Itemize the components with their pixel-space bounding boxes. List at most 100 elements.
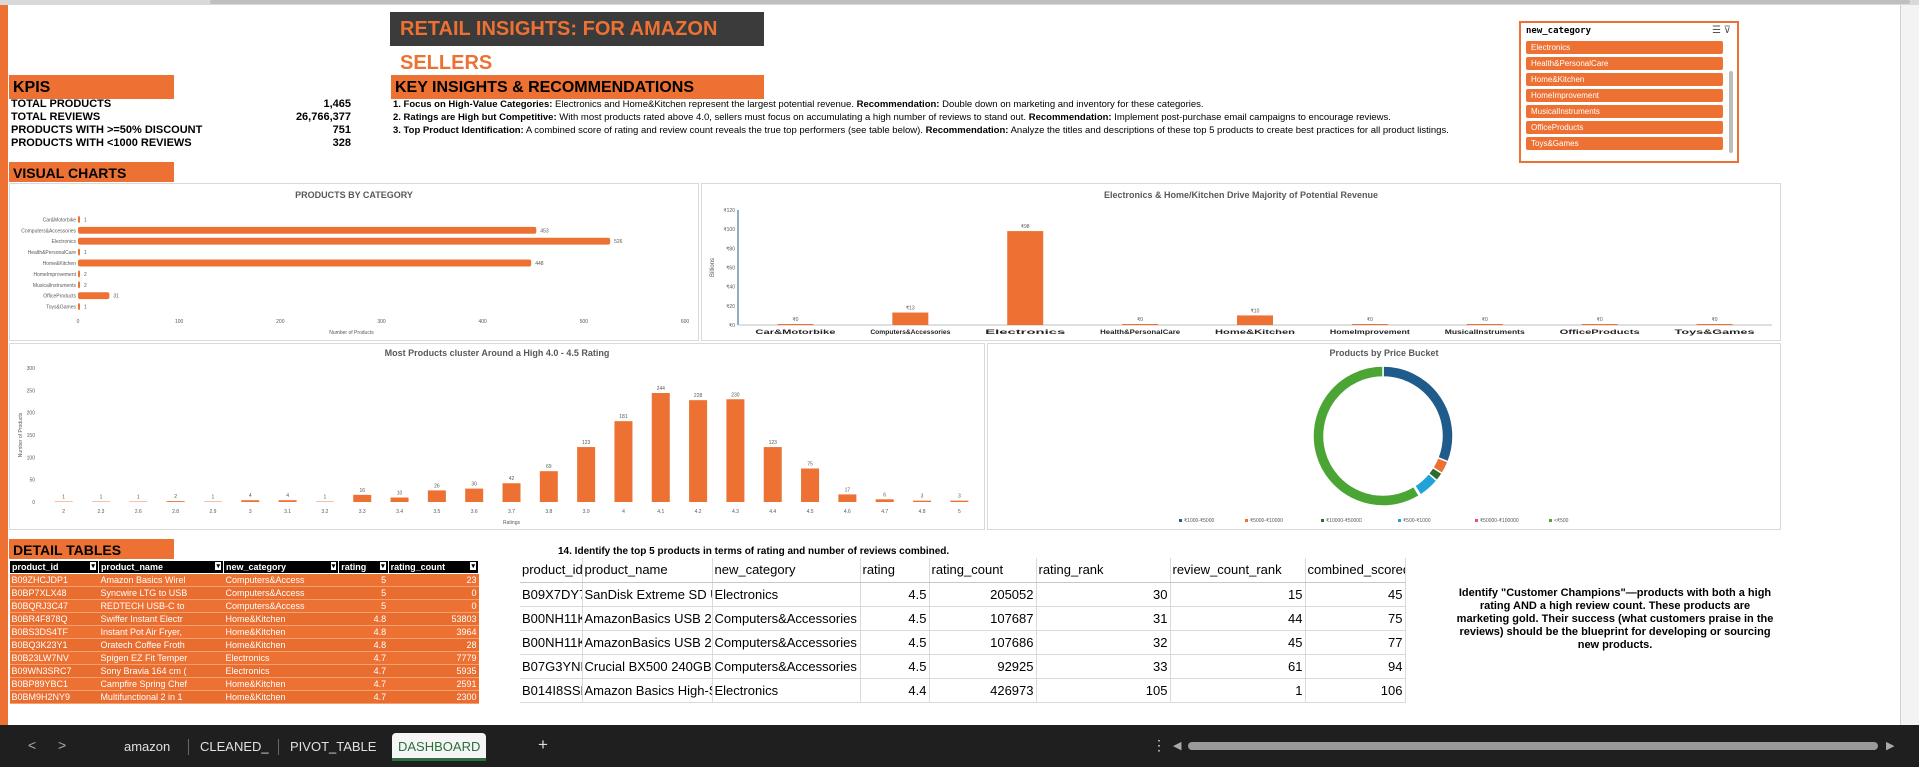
slicer-item[interactable]: MusicalInstruments bbox=[1526, 105, 1723, 118]
vertical-scroll-gutter[interactable] bbox=[1900, 5, 1919, 725]
table-cell[interactable]: B00NH11KIK bbox=[520, 606, 583, 631]
table-cell[interactable]: 7779 bbox=[388, 651, 479, 665]
table-cell[interactable]: 2300 bbox=[388, 690, 479, 704]
table-cell[interactable]: 75 bbox=[1305, 606, 1406, 631]
column-header[interactable]: rating_rank bbox=[1036, 558, 1171, 583]
table-cell[interactable]: 30 bbox=[1036, 582, 1171, 607]
table-cell[interactable]: Computers&Accessories bbox=[712, 654, 861, 679]
table-cell[interactable]: Swiffer Instant Electr bbox=[98, 612, 224, 626]
table-cell[interactable]: 4.5 bbox=[860, 582, 930, 607]
table-cell[interactable]: B0BS3DS4TF bbox=[9, 625, 99, 639]
table-cell[interactable]: 4.7 bbox=[338, 664, 389, 678]
table-cell[interactable]: B09X7DY7Q4 bbox=[520, 582, 583, 607]
table-cell[interactable]: B00NH11KIK bbox=[520, 630, 583, 655]
horizontal-scrollbar[interactable] bbox=[1188, 742, 1878, 750]
slicer-item[interactable]: Electronics bbox=[1526, 41, 1723, 54]
table-cell[interactable]: 4.7 bbox=[338, 677, 389, 691]
table-cell[interactable]: 1 bbox=[1170, 678, 1306, 703]
table-cell[interactable]: Home&Kitchen bbox=[223, 625, 339, 639]
table-cell[interactable]: 4.7 bbox=[338, 651, 389, 665]
table-cell[interactable]: Home&Kitchen bbox=[223, 677, 339, 691]
filter-dropdown-icon[interactable]: ▾ bbox=[215, 562, 221, 570]
table-cell[interactable]: 44 bbox=[1170, 606, 1306, 631]
sheet-tab[interactable]: CLEANED_ bbox=[194, 733, 275, 761]
more-options-icon[interactable]: ⋮ bbox=[1152, 737, 1166, 754]
sheet-tab[interactable]: PIVOT_TABLE bbox=[284, 733, 382, 761]
table-cell[interactable]: 45 bbox=[1305, 582, 1406, 607]
column-header[interactable]: new_category bbox=[712, 558, 861, 583]
table-cell[interactable]: 4.7 bbox=[338, 690, 389, 704]
table-cell[interactable]: B0B23LW7NV bbox=[9, 651, 99, 665]
slicer-item[interactable]: Home&Kitchen bbox=[1526, 73, 1723, 86]
table-cell[interactable]: 0 bbox=[388, 586, 479, 600]
column-header[interactable]: rating bbox=[860, 558, 930, 583]
table-cell[interactable]: B0BM9H2NY9 bbox=[9, 690, 99, 704]
prev-sheet-icon[interactable]: < bbox=[28, 737, 36, 753]
table-cell[interactable]: 107686 bbox=[929, 630, 1037, 655]
table-cell[interactable]: 107687 bbox=[929, 606, 1037, 631]
sheet-tab[interactable]: DASHBOARD bbox=[392, 733, 487, 761]
table-cell[interactable]: 4.5 bbox=[860, 654, 930, 679]
slicer-item[interactable]: Toys&Games bbox=[1526, 137, 1723, 150]
table-cell[interactable]: B0BP89YBC1 bbox=[9, 677, 99, 691]
table-cell[interactable]: 32 bbox=[1036, 630, 1171, 655]
column-header[interactable]: combined_scored bbox=[1305, 558, 1406, 583]
table-cell[interactable]: 4.5 bbox=[860, 606, 930, 631]
table-cell[interactable]: 3964 bbox=[388, 625, 479, 639]
sheet-tab[interactable]: amazon bbox=[118, 733, 176, 761]
top-scrollbar[interactable] bbox=[0, 0, 1919, 5]
table-cell[interactable]: Amazon Basics High-Speed bbox=[582, 678, 713, 703]
column-header[interactable]: review_count_rank bbox=[1170, 558, 1306, 583]
table-cell[interactable]: 5 bbox=[338, 573, 389, 587]
table-cell[interactable]: Computers&Accessories bbox=[712, 630, 861, 655]
table-cell[interactable]: 2591 bbox=[388, 677, 479, 691]
column-header[interactable]: product_name ▾ bbox=[97, 560, 224, 574]
filter-dropdown-icon[interactable]: ▾ bbox=[470, 562, 476, 570]
filter-dropdown-icon[interactable]: ▾ bbox=[330, 562, 337, 570]
table-cell[interactable]: B09WN3SRC7 bbox=[9, 664, 99, 678]
table-cell[interactable]: Sony Bravia 164 cm ( bbox=[98, 664, 224, 678]
table-cell[interactable]: Computers&Access bbox=[223, 586, 339, 600]
table-cell[interactable]: Crucial BX500 240GB 3D NA bbox=[582, 654, 713, 679]
table-cell[interactable]: Campfire Spring Chef bbox=[98, 677, 224, 691]
column-header[interactable]: product_name bbox=[582, 558, 713, 583]
table-cell[interactable]: REDTECH USB-C to bbox=[98, 599, 224, 613]
table-cell[interactable]: 28 bbox=[388, 638, 479, 652]
table-cell[interactable]: Electronics bbox=[712, 582, 861, 607]
table-cell[interactable]: Syncwire LTG to USB bbox=[98, 586, 224, 600]
table-cell[interactable]: Electronics bbox=[712, 678, 861, 703]
table-cell[interactable]: SanDisk Extreme SD UHS I C bbox=[582, 582, 713, 607]
column-header[interactable]: product_id ▾ bbox=[9, 560, 99, 574]
column-header[interactable]: product_id bbox=[520, 558, 583, 583]
table-cell[interactable]: B0BR4F878Q bbox=[9, 612, 99, 626]
table-cell[interactable]: 0 bbox=[388, 599, 479, 613]
table-cell[interactable]: 4.8 bbox=[338, 625, 389, 639]
table-cell[interactable]: 4.8 bbox=[338, 612, 389, 626]
table-cell[interactable]: B07G3YNLJB bbox=[520, 654, 583, 679]
table-cell[interactable]: 106 bbox=[1305, 678, 1406, 703]
table-cell[interactable]: 5 bbox=[338, 599, 389, 613]
table-cell[interactable]: Spigen EZ Fit Temper bbox=[98, 651, 224, 665]
table-cell[interactable]: 4.8 bbox=[338, 638, 389, 652]
table-cell[interactable]: AmazonBasics USB 2.0 Cab bbox=[582, 630, 713, 655]
table-cell[interactable]: B0BP7XLX48 bbox=[9, 586, 99, 600]
table-cell[interactable]: Amazon Basics Wirel bbox=[98, 573, 224, 587]
table-cell[interactable]: B09ZHCJDP1 bbox=[9, 573, 99, 587]
table-cell[interactable]: 94 bbox=[1305, 654, 1406, 679]
column-header[interactable]: rating_count bbox=[929, 558, 1037, 583]
table-cell[interactable]: 31 bbox=[1036, 606, 1171, 631]
table-cell[interactable]: Computers&Access bbox=[223, 599, 339, 613]
table-cell[interactable]: 4.4 bbox=[860, 678, 930, 703]
table-cell[interactable]: 205052 bbox=[929, 582, 1037, 607]
table-cell[interactable]: Electronics bbox=[223, 651, 339, 665]
table-cell[interactable]: 4.5 bbox=[860, 630, 930, 655]
slicer-item[interactable]: HomeImprovement bbox=[1526, 89, 1723, 102]
table-cell[interactable]: 33 bbox=[1036, 654, 1171, 679]
table-cell[interactable]: 426973 bbox=[929, 678, 1037, 703]
column-header[interactable]: rating ▾ bbox=[338, 560, 389, 574]
table-cell[interactable]: 61 bbox=[1170, 654, 1306, 679]
table-cell[interactable]: AmazonBasics USB 2.0 Cab bbox=[582, 606, 713, 631]
table-cell[interactable]: Home&Kitchen bbox=[223, 690, 339, 704]
table-cell[interactable]: 5935 bbox=[388, 664, 479, 678]
scroll-left-icon[interactable]: ◀ bbox=[1173, 739, 1181, 752]
